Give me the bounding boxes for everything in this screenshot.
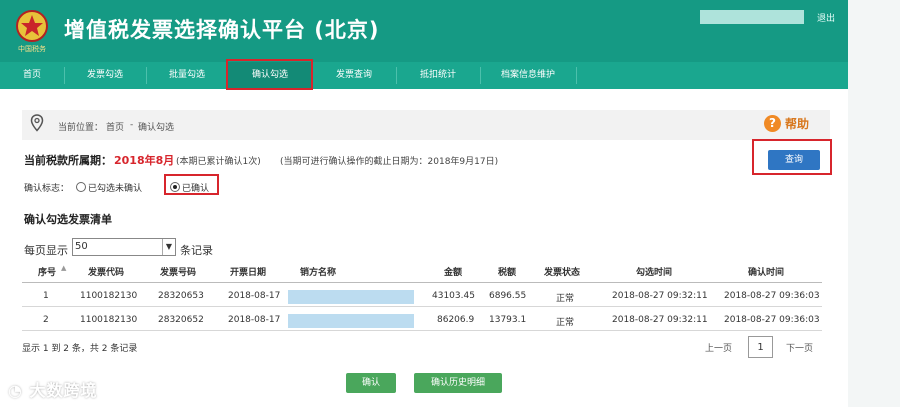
pager-next[interactable]: 下一页 xyxy=(786,341,813,354)
cell-tax: 6896.55 xyxy=(489,291,527,301)
breadcrumb-current: 确认勾选 xyxy=(138,123,175,133)
help-link[interactable]: 帮助 xyxy=(785,115,809,132)
col-select-time: 勾选时间 xyxy=(636,268,673,278)
cell-seq: 2 xyxy=(43,315,49,325)
watermark-text: 大数跨境 xyxy=(29,381,98,400)
sort-up-icon[interactable]: ▲ xyxy=(61,264,66,272)
radio-highlight xyxy=(164,174,219,195)
radio-unconfirmed-label[interactable]: 已勾选未确认 xyxy=(88,181,142,194)
breadcrumb-separator: - xyxy=(130,120,134,130)
cell-date: 2018-08-17 xyxy=(228,291,281,301)
page-size-select[interactable]: 50 ▼ xyxy=(72,238,176,256)
col-amount: 金额 xyxy=(444,268,463,278)
app-header: 中国税务 增值税发票选择确认平台 (北京) 退出 xyxy=(0,0,848,62)
col-seq[interactable]: 序号 xyxy=(38,265,56,278)
row-divider xyxy=(22,306,822,307)
nav-item-deduction-stats[interactable]: 抵扣统计 xyxy=(396,62,480,89)
row-divider xyxy=(22,330,822,331)
cell-code: 1100182130 xyxy=(80,291,138,301)
confirm-history-button[interactable]: 确认历史明细 xyxy=(414,373,502,393)
period-label: 当前税款所属期： xyxy=(24,154,112,167)
confirm-flag-label: 确认标志： xyxy=(24,184,70,194)
cell-select-time: 2018-08-27 09:32:11 xyxy=(612,291,708,301)
cell-confirm-time: 2018-08-27 09:36:03 xyxy=(724,291,820,301)
nav-divider xyxy=(576,67,577,84)
confirm-button[interactable]: 确认 xyxy=(346,373,396,393)
col-date: 开票日期 xyxy=(230,268,267,278)
cell-date: 2018-08-17 xyxy=(228,315,281,325)
nav-item-archive[interactable]: 档案信息维护 xyxy=(480,62,576,89)
location-pin-icon xyxy=(30,114,44,132)
nav-item-invoice-select[interactable]: 发票勾选 xyxy=(64,62,146,89)
cell-tax: 13793.1 xyxy=(489,315,527,325)
col-status: 发票状态 xyxy=(544,268,581,278)
nav-item-invoice-query[interactable]: 发票查询 xyxy=(312,62,396,89)
cell-confirm-time: 2018-08-27 09:36:03 xyxy=(724,315,820,325)
cell-number: 28320653 xyxy=(158,291,204,301)
chevron-down-icon: ▼ xyxy=(162,239,175,255)
active-tab-highlight xyxy=(226,59,313,90)
col-seller: 销方名称 xyxy=(300,268,337,278)
col-confirm-time: 确认时间 xyxy=(748,268,785,278)
main-nav: 首页 发票勾选 批量勾选 确认勾选 发票查询 抵扣统计 档案信息维护 xyxy=(0,62,848,89)
nav-item-batch-select[interactable]: 批量勾选 xyxy=(146,62,228,89)
cell-status: 正常 xyxy=(556,294,575,304)
breadcrumb-prefix: 当前位置： xyxy=(58,123,104,133)
radio-unconfirmed[interactable] xyxy=(76,182,86,192)
cell-number: 28320652 xyxy=(158,315,204,325)
pager-prev[interactable]: 上一页 xyxy=(705,341,732,354)
seller-name-masked xyxy=(288,314,414,328)
query-button[interactable]: 查询 xyxy=(768,150,820,170)
cell-amount: 86206.9 xyxy=(437,315,475,325)
tax-emblem-icon: 中国税务 xyxy=(16,10,48,53)
seller-name-masked xyxy=(288,290,414,304)
cell-select-time: 2018-08-27 09:32:11 xyxy=(612,315,708,325)
user-name xyxy=(700,10,804,24)
table-header-divider xyxy=(22,282,822,283)
period-value: 2018年8月 xyxy=(114,154,175,167)
breadcrumb-home[interactable]: 首页 xyxy=(106,120,124,133)
page-size-value: 50 xyxy=(75,241,88,252)
period-note-deadline: (当期可进行确认操作的截止日期为：2018年9月17日) xyxy=(280,157,499,167)
nav-item-home[interactable]: 首页 xyxy=(0,62,64,89)
col-number: 发票号码 xyxy=(160,268,197,278)
app-title: 增值税发票选择确认平台 (北京) xyxy=(64,18,380,42)
records-summary: 显示 1 到 2 条，共 2 条记录 xyxy=(22,344,138,354)
page-size-label: 每页显示 xyxy=(24,244,68,257)
cell-seq: 1 xyxy=(43,291,49,301)
period-note-count: (本期已累计确认1次) xyxy=(176,157,261,167)
cell-amount: 43103.45 xyxy=(432,291,475,301)
list-title: 确认勾选发票清单 xyxy=(24,213,112,226)
col-tax: 税额 xyxy=(498,268,517,278)
page-size-suffix: 条记录 xyxy=(180,244,213,257)
emblem-text: 中国税务 xyxy=(18,44,46,53)
page-margin xyxy=(848,0,900,407)
watermark: ◔ 大数跨境 xyxy=(8,377,98,401)
col-code: 发票代码 xyxy=(88,268,125,278)
watermark-logo-icon: ◔ xyxy=(8,381,23,400)
help-icon[interactable]: ? xyxy=(764,115,781,132)
cell-status: 正常 xyxy=(556,318,575,328)
pager-current-page[interactable]: 1 xyxy=(748,336,773,358)
cell-code: 1100182130 xyxy=(80,315,138,325)
logout-link[interactable]: 退出 xyxy=(817,11,835,24)
